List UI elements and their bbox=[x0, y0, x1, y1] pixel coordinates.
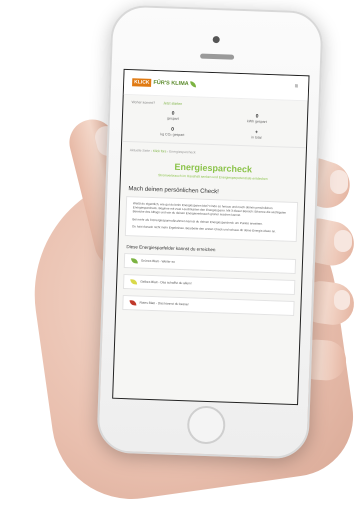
leaf-icon bbox=[189, 80, 196, 87]
site-logo[interactable]: KLICK FÜR'S KLIMA bbox=[132, 77, 196, 88]
level-red: Rotes Blatt - Das kannst du besser bbox=[122, 294, 295, 316]
level-yellow: Gelbes Blatt - Das schaffst du allein! bbox=[122, 273, 296, 295]
menu-icon[interactable]: ≡ bbox=[294, 84, 298, 90]
breadcrumb-current: Energiesparcheck bbox=[169, 149, 196, 155]
breadcrumb-item[interactable]: Aktuelle Seite bbox=[130, 148, 150, 153]
level-label: Rotes Blatt - Das kannst du besser bbox=[139, 301, 189, 307]
stat-item: 0 kWh gespart bbox=[215, 112, 299, 125]
logo-text: FÜR'S KLIMA bbox=[153, 79, 189, 87]
link-start[interactable]: Jetzt starten bbox=[163, 101, 182, 106]
home-button[interactable] bbox=[186, 405, 226, 445]
intro-card: Weißt du eigentlich, wie gut du beim Ene… bbox=[124, 196, 299, 242]
breadcrumb: Aktuelle Seite › Klick fürs › Energiespa… bbox=[121, 140, 307, 163]
phone-screen: KLICK FÜR'S KLIMA ≡ Woher kommt? Jetzt s… bbox=[112, 68, 310, 406]
finger-nail bbox=[330, 170, 348, 194]
green-leaf-icon bbox=[130, 258, 139, 264]
smartphone: KLICK FÜR'S KLIMA ≡ Woher kommt? Jetzt s… bbox=[96, 4, 324, 460]
red-leaf-icon bbox=[129, 300, 137, 306]
stat-item: + in total bbox=[214, 128, 298, 141]
stats-grid: 0 gespart 0 kWh gespart 0 kg CO₂ gespart… bbox=[122, 107, 307, 143]
speaker-grille bbox=[200, 53, 235, 60]
link-woher[interactable]: Woher kommt? bbox=[131, 100, 155, 105]
finger-nail bbox=[334, 290, 350, 310]
stat-item: 0 gespart bbox=[131, 109, 215, 122]
logo-box: KLICK bbox=[132, 77, 152, 87]
level-label: Grünes Blatt - Weiter so bbox=[140, 259, 175, 265]
yellow-leaf-icon bbox=[130, 279, 138, 285]
front-camera bbox=[212, 35, 220, 44]
level-label: Gelbes Blatt - Das schaffst du allein! bbox=[140, 280, 192, 286]
finger-nail bbox=[334, 230, 352, 252]
stat-item: 0 kg CO₂ gespart bbox=[130, 125, 214, 138]
intro-paragraph: Weißt du eigentlich, wie gut du beim Ene… bbox=[132, 201, 287, 218]
breadcrumb-item[interactable]: Klick fürs bbox=[153, 149, 167, 153]
